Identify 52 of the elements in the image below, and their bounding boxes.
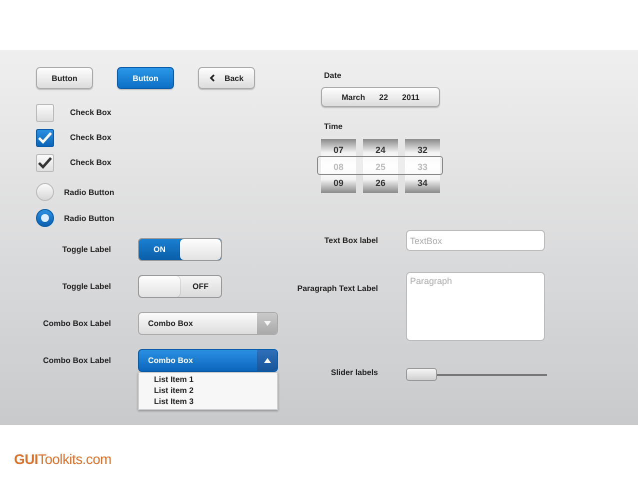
checkbox[interactable] bbox=[36, 128, 54, 146]
text-field[interactable]: TextBox bbox=[406, 230, 545, 251]
list-item[interactable]: List Item 1 bbox=[154, 375, 277, 384]
combo-box[interactable]: Combo Box bbox=[138, 312, 278, 335]
picker-value: 09 bbox=[333, 178, 344, 188]
list-item[interactable]: List item 2 bbox=[154, 386, 277, 395]
time-label: Time bbox=[324, 122, 344, 131]
checkbox[interactable] bbox=[36, 104, 54, 122]
radio-button[interactable] bbox=[36, 209, 54, 227]
picker-value: 25 bbox=[375, 162, 386, 172]
brand-logo: GUIToolkits.com bbox=[14, 451, 112, 467]
checkbox-label: Check Box bbox=[70, 158, 112, 167]
toggle-label: Toggle Label bbox=[61, 245, 111, 254]
caret-up-icon bbox=[264, 358, 270, 363]
radio-button[interactable] bbox=[36, 183, 54, 201]
picker-value: 26 bbox=[375, 178, 386, 188]
check-icon bbox=[37, 156, 53, 170]
checkbox-label: Check Box bbox=[70, 108, 112, 117]
paragraph-field[interactable]: Paragraph bbox=[406, 272, 545, 341]
chevron-left-icon bbox=[209, 74, 216, 82]
slider[interactable] bbox=[406, 368, 547, 382]
check-icon bbox=[37, 130, 53, 144]
picker-value: 33 bbox=[417, 162, 428, 172]
button[interactable]: Button bbox=[36, 67, 93, 89]
date-picker[interactable]: March 22 2011 bbox=[321, 87, 440, 107]
radio-label: Radio Button bbox=[64, 188, 114, 196]
list-item[interactable]: List Item 3 bbox=[154, 397, 277, 406]
slider-label: Slider labels bbox=[330, 368, 378, 377]
paragraph-label: Paragraph Text Label bbox=[296, 284, 378, 293]
toggle-switch[interactable]: ON bbox=[138, 238, 222, 261]
toggle-switch[interactable]: OFF bbox=[138, 275, 222, 298]
date-label: Date bbox=[324, 71, 342, 80]
combo-box[interactable]: Combo Box bbox=[138, 349, 278, 372]
picker-value: 07 bbox=[333, 145, 344, 155]
combo-box-label: Combo Box Label bbox=[42, 356, 111, 365]
picker-value: 34 bbox=[417, 178, 428, 188]
checkbox-label: Check Box bbox=[70, 133, 112, 142]
toggle-label: Toggle Label bbox=[61, 282, 111, 291]
picker-value: 32 bbox=[417, 145, 428, 155]
picker-wheel[interactable]: 24 25 26 bbox=[363, 139, 398, 193]
picker-wheel[interactable]: 32 33 34 bbox=[405, 139, 440, 193]
combo-box-label: Combo Box Label bbox=[42, 319, 111, 328]
back-button[interactable]: Back bbox=[198, 67, 255, 89]
checkbox[interactable] bbox=[36, 154, 54, 172]
picker-value: 08 bbox=[333, 162, 344, 172]
picker-value: 24 bbox=[375, 145, 386, 155]
button[interactable]: Button bbox=[117, 67, 174, 89]
picker-wheel[interactable]: 07 08 09 bbox=[321, 139, 356, 193]
slider-thumb[interactable] bbox=[406, 368, 437, 381]
radio-label: Radio Button bbox=[64, 214, 114, 222]
text-box-label: Text Box label bbox=[323, 236, 378, 245]
caret-down-icon bbox=[264, 321, 270, 326]
